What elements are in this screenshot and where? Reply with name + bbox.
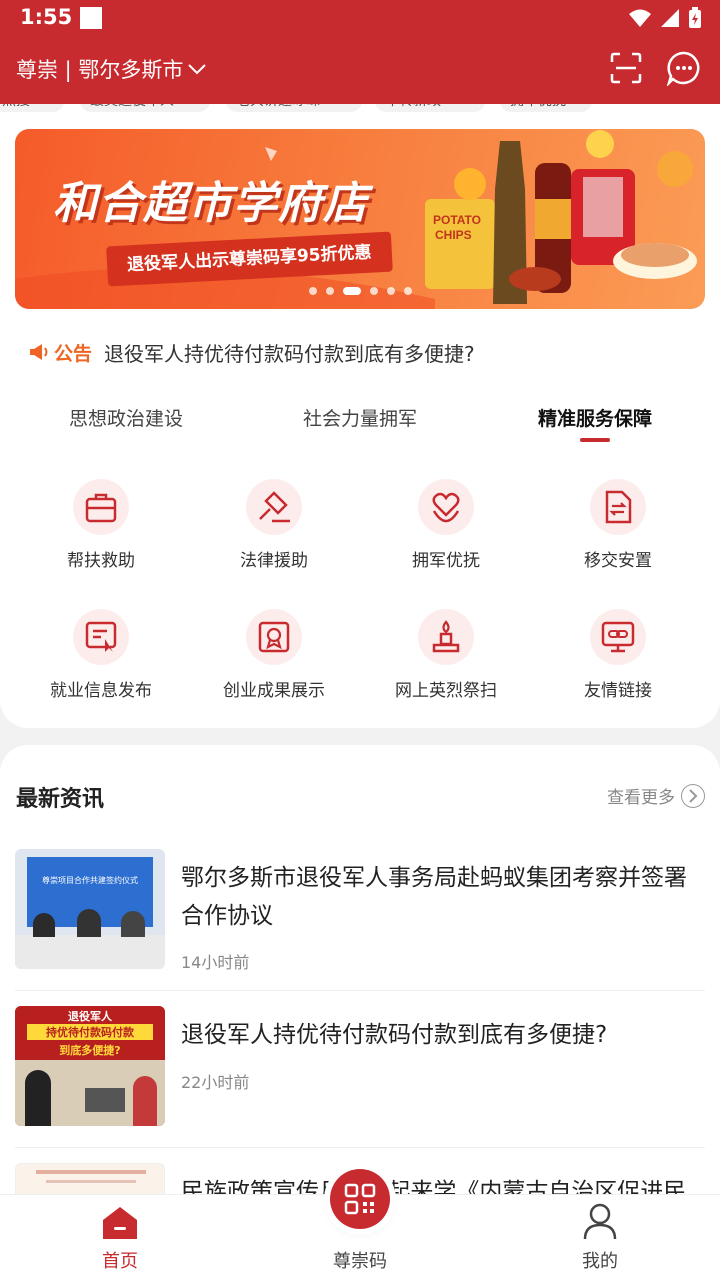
news-thumbnail: 尊崇项目合作共建签约仪式 [15,849,165,969]
svg-text:CHIPS: CHIPS [435,228,472,242]
heart-hands-icon [432,492,460,523]
scan-button[interactable] [608,50,644,86]
app-header: 尊崇 | 鄂尔多斯市 [0,36,720,104]
status-time: 1:55 [20,5,73,29]
nav-home[interactable]: 首页 [0,1195,240,1280]
transfer-document-icon [605,490,632,524]
news-title: 鄂尔多斯市退役军人事务局赴蚂蚁集团考察并签署合作协议 [181,865,687,929]
chevron-down-icon [188,64,207,75]
service-label: 法律援助 [240,551,308,571]
news-item[interactable]: 尊崇项目合作共建签约仪式 鄂尔多斯市退役军人事务局赴蚂蚁集团考察并签署合作协议 … [15,849,705,989]
category-tabs: 思想政治建设 社会力量拥军 精准服务保障 [0,404,720,448]
carousel-dot[interactable] [325,287,334,295]
news-item[interactable]: 退役军人 持优待付款码付款 到底多便捷? 退役军人持优待付款码付款到底有多便捷?… [15,1006,705,1146]
status-icons [628,6,702,30]
nav-label: 我的 [582,1251,618,1272]
qr-code-icon [344,1183,376,1215]
thumbnail-line: 退役军人 [68,1010,112,1023]
nav-profile[interactable]: 我的 [480,1195,720,1280]
topic-chip[interactable]: 军转新政 [375,104,485,112]
service-label: 移交安置 [584,551,652,571]
service-friendly-links[interactable]: 友情链接 [532,609,704,719]
home-icon [103,1207,137,1239]
service-label: 友情链接 [584,681,652,701]
tab-precise-service[interactable]: 精准服务保障 [475,404,715,431]
news-heading: 最新资讯 [16,787,105,812]
service-label: 帮扶救助 [67,551,135,571]
carousel-dot[interactable] [386,287,395,295]
megaphone-icon [30,344,48,360]
carousel-dots [15,287,705,295]
thumbnail-caption: 尊崇项目合作共建签约仪式 [42,876,138,885]
chevron-right-icon [681,783,705,808]
link-monitor-icon [601,621,635,653]
service-transfer[interactable]: 移交安置 [532,479,704,589]
carousel-dot[interactable] [369,287,378,295]
tab-social-support[interactable]: 社会力量拥军 [240,404,480,431]
service-entrepreneurship[interactable]: 创业成果展示 [188,609,360,719]
city-selector[interactable]: 尊崇 | 鄂尔多斯市 [16,54,207,84]
service-label: 就业信息发布 [50,681,152,701]
memorial-candle-icon [432,620,460,653]
service-label: 网上英烈祭扫 [395,681,497,701]
view-more-link[interactable]: 查看更多 [607,783,705,808]
signal-icon [661,9,679,27]
battery-icon [689,7,701,28]
scan-icon [610,52,642,84]
service-assistance[interactable]: 帮扶救助 [15,479,187,589]
carousel-dot[interactable] [403,287,412,295]
city-label: 尊崇 | 鄂尔多斯市 [16,58,184,82]
service-online-memorial[interactable]: 网上英烈祭扫 [360,609,532,719]
thumbnail-line: 持优待付款码付款 [27,1024,153,1040]
news-time: 22小时前 [181,1073,250,1092]
view-more-label: 查看更多 [607,788,675,808]
notification-icon [80,7,102,29]
active-tab-indicator [580,438,610,442]
banner-title: 和合超市学府店 [53,178,368,229]
hot-topic-chips: 热搜 最美退役军人 老兵讲述峥嵘 军转新政 拥军优抚 [0,104,720,114]
job-board-icon [85,621,117,652]
topic-chip[interactable]: 拥军优抚 [500,104,592,112]
notice-bar[interactable]: 公告 退役军人持优待付款码付款到底有多便捷? [28,337,698,367]
message-button[interactable] [666,50,702,88]
bottom-nav: 首页 尊崇码 我的 [0,1169,720,1280]
news-thumbnail: 退役军人 持优待付款码付款 到底多便捷? [15,1006,165,1126]
thumbnail-line: 到底多便捷? [59,1044,121,1057]
wifi-icon [629,9,651,27]
tab-political[interactable]: 思想政治建设 [6,404,246,431]
service-legal-aid[interactable]: 法律援助 [188,479,360,589]
certificate-icon [258,621,290,653]
news-title: 退役军人持优待付款码付款到底有多便捷? [181,1022,608,1048]
notice-tag: 公告 [54,342,93,365]
chat-bubble-icon [666,51,700,88]
topic-chip[interactable]: 老兵讲述峥嵘 [226,104,362,112]
user-icon [583,1203,617,1240]
status-bar: 1:55 [0,0,720,36]
news-time: 14小时前 [181,953,250,972]
topic-chip[interactable]: 最美退役军人 [80,104,210,112]
divider [15,990,705,991]
service-military-support[interactable]: 拥军优抚 [360,479,532,589]
service-label: 创业成果展示 [223,681,325,701]
gavel-icon [259,491,290,523]
service-employment[interactable]: 就业信息发布 [15,609,187,719]
briefcase-icon [85,493,117,523]
nav-honor-code[interactable]: 尊崇码 [240,1169,480,1280]
news-section: 最新资讯 查看更多 尊崇项目合作共建签约仪式 鄂尔多斯市退役军人事务局赴蚂蚁集团… [0,745,720,1205]
promo-banner[interactable]: POTATO CHIPS 和合超市学府店 退役军人出示尊崇码享95折优惠 [15,129,705,309]
notice-text: 退役军人持优待付款码付款到底有多便捷? [104,341,475,366]
svg-text:POTATO: POTATO [433,213,481,227]
nav-label: 首页 [102,1251,138,1272]
divider [15,1147,705,1148]
service-label: 拥军优抚 [412,551,480,571]
nav-label: 尊崇码 [333,1251,387,1272]
topic-chip[interactable]: 热搜 [0,104,64,112]
qr-code-button[interactable] [330,1169,390,1229]
main-card: 热搜 最美退役军人 老兵讲述峥嵘 军转新政 拥军优抚 POTATO CHIPS … [0,104,720,728]
carousel-dot[interactable] [308,287,317,295]
carousel-dot-active[interactable] [342,287,361,295]
